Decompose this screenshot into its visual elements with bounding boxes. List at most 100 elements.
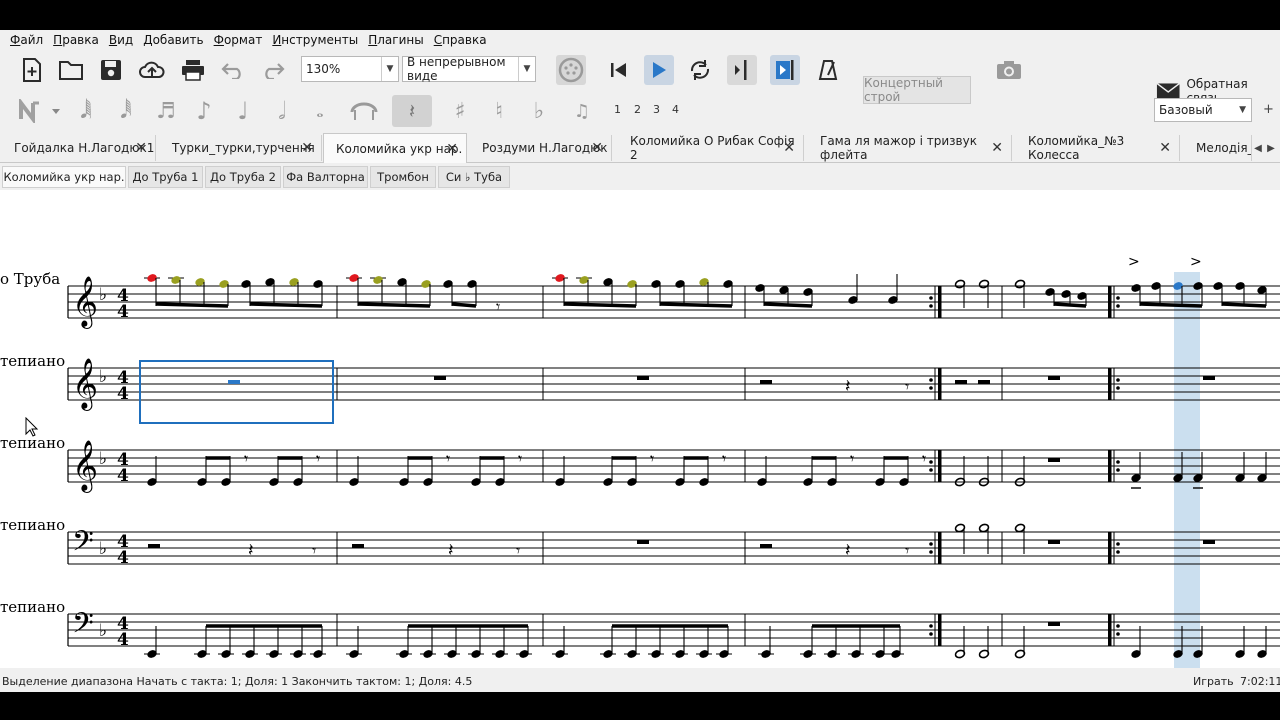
repeat-dot	[929, 550, 933, 554]
menu-item[interactable]: Вид	[109, 33, 133, 47]
loop-out-icon[interactable]	[770, 55, 800, 85]
tab-scroll-right-icon[interactable]: ▶	[1265, 137, 1277, 159]
rewind-icon[interactable]	[604, 55, 634, 85]
sixty-fourth-note-icon[interactable]: 𝅘𝅥𝅲	[72, 96, 100, 126]
repeat-dot	[1116, 632, 1120, 636]
flat-icon[interactable]: ♭	[525, 96, 553, 126]
redo-icon[interactable]	[258, 55, 288, 85]
part-tab[interactable]: До Труба 1	[128, 166, 203, 188]
undo-icon[interactable]	[218, 55, 248, 85]
score-tabs: Гойдалка Н.Лагодюк1 ✕ Турки_турки,турченн…	[0, 133, 1280, 163]
score-tab[interactable]: Коломийка_№3 Колесса ✕	[1016, 134, 1180, 162]
voice-1-button[interactable]: 1	[614, 103, 621, 116]
score-tab[interactable]: Гама ля мажор і тризвук флейта ✕	[808, 134, 1012, 162]
voice-3-button[interactable]: 3	[653, 103, 660, 116]
eighth-rest: 𝄾	[316, 449, 320, 468]
whole-note-icon[interactable]: 𝅝	[306, 96, 334, 126]
menu-item[interactable]: Файл	[10, 33, 43, 47]
close-icon[interactable]: ✕	[135, 140, 147, 156]
score-canvas[interactable]: 𝄞 ♭ 4 4 𝄞 ♭ 4 4 𝄞 ♭ 4 4 𝄢 ♭ 4 4 𝄢 ♭ 4 4 𝄾 > > 𝄽 𝄾 𝄾 𝄾 𝄾 𝄾 𝄾 𝄾 𝄾 𝄾 𝄽 𝄾 𝄽 𝄾 𝄽 𝄾 …	[0, 190, 1280, 668]
part-tab-score[interactable]: Коломийка укр нар.	[2, 166, 126, 188]
chevron-down-icon[interactable]: ▼	[1239, 105, 1246, 115]
view-mode-combo[interactable]: В непрерывном виде ▼	[402, 55, 536, 83]
print-icon[interactable]	[178, 55, 208, 85]
part-tab[interactable]: Тромбон	[370, 166, 436, 188]
workspace-combo[interactable]: Базовый ▼	[1154, 98, 1252, 122]
score-tab[interactable]: Коломийка О Рибак Софія 2 ✕	[618, 134, 804, 162]
time-signature-bottom: 4	[117, 302, 129, 322]
repeat-dot	[929, 542, 933, 546]
repeat-dot	[929, 624, 933, 628]
eighth-rest: 𝄾	[650, 449, 654, 468]
menu-item[interactable]: Правка	[53, 33, 99, 47]
loop-icon[interactable]	[685, 55, 715, 85]
musescore-window: Файл Правка Вид Добавить Формат Инструменты Пл…	[0, 30, 1280, 692]
chevron-down-icon[interactable]: ▼	[381, 57, 398, 81]
save-icon[interactable]	[96, 55, 126, 85]
add-workspace-button[interactable]: +	[1263, 102, 1274, 117]
menu-item[interactable]: Добавить	[143, 33, 203, 47]
score-tab[interactable]: Турки_турки,турчення ✕	[160, 135, 322, 161]
flip-direction-icon[interactable]: ♫	[566, 96, 598, 126]
close-icon[interactable]: ✕	[301, 140, 313, 156]
repeat-dot	[1116, 378, 1120, 382]
score-tab[interactable]: Гойдалка Н.Лагодюк1 ✕	[2, 135, 156, 161]
close-icon[interactable]: ✕	[1159, 140, 1171, 156]
chevron-down-icon[interactable]: ▼	[518, 57, 535, 81]
repeat-dot	[929, 386, 933, 390]
part-tab[interactable]: Фа Валторна	[283, 166, 368, 188]
score-svg[interactable]: 𝄞 ♭ 44𝄞 ♭ 44𝄞 ♭ 44𝄢 ♭ 44𝄢 ♭ 44𝄾> >𝄽 𝄾𝄾 𝄾 𝄾 𝄾 𝄾 𝄾 𝄾 𝄾𝄽 𝄾 𝄽 𝄾 𝄽 𝄾	[0, 190, 1280, 668]
note-input-mode-icon[interactable]	[18, 96, 62, 126]
quarter-note-icon[interactable]: ♩	[229, 96, 257, 126]
menu-bar: Файл Правка Вид Добавить Формат Инструменты Пл…	[0, 30, 1280, 50]
eighth-rest: 𝄾	[312, 541, 316, 560]
eighth-rest: 𝄾	[446, 449, 450, 468]
play-icon[interactable]	[644, 55, 674, 85]
close-icon[interactable]: ✕	[783, 140, 795, 156]
natural-icon[interactable]: ♮	[485, 96, 513, 126]
rest-icon[interactable]: 𝄽	[392, 95, 432, 127]
score-tab-active[interactable]: Коломийка укр нар. ✕	[323, 133, 467, 163]
mouse-cursor-icon	[25, 417, 39, 437]
close-icon[interactable]: ✕	[446, 141, 458, 157]
thirty-second-note-icon[interactable]: 𝅘𝅥𝅱	[112, 96, 140, 126]
close-icon[interactable]: ✕	[991, 140, 1003, 156]
sixteenth-note-icon[interactable]: ♬	[152, 96, 180, 126]
quarter-rest: 𝄽	[845, 376, 851, 397]
staff-label: о Труба	[0, 270, 61, 288]
cloud-upload-icon[interactable]	[137, 55, 167, 85]
new-file-icon[interactable]	[17, 55, 47, 85]
note-beam	[155, 302, 229, 308]
voice-4-button[interactable]: 4	[672, 103, 679, 116]
score-tab[interactable]: Мелодія_Б	[1184, 135, 1252, 161]
eighth-note-icon[interactable]: ♪	[190, 96, 218, 126]
menu-item[interactable]: Плагины	[368, 33, 423, 47]
menu-item[interactable]: Формат	[214, 33, 263, 47]
loop-in-icon[interactable]	[727, 55, 757, 85]
tab-scroll-left-icon[interactable]: ◀	[1252, 137, 1264, 159]
part-tab[interactable]: До Труба 2	[205, 166, 281, 188]
menu-item[interactable]: Справка	[434, 33, 487, 47]
open-folder-icon[interactable]	[56, 55, 86, 85]
tie-icon[interactable]	[344, 96, 384, 126]
sharp-icon[interactable]: ♯	[446, 96, 474, 126]
close-icon[interactable]: ✕	[591, 140, 603, 156]
note-beam	[1053, 302, 1087, 308]
midi-input-icon[interactable]	[556, 55, 586, 85]
score-tab[interactable]: Роздуми Н.Лагодюк ✕	[470, 135, 612, 161]
status-mode: Играть	[1193, 675, 1234, 688]
staff-label: тепиано	[0, 516, 66, 534]
staff-label: тепиано	[0, 352, 66, 370]
key-signature-flat: ♭	[99, 539, 107, 559]
key-signature-flat: ♭	[99, 621, 107, 641]
voice-2-button[interactable]: 2	[634, 103, 641, 116]
camera-icon[interactable]	[994, 55, 1024, 85]
half-note-icon[interactable]: 𝅗𝅥	[268, 96, 296, 126]
metronome-icon[interactable]	[813, 55, 843, 85]
menu-item[interactable]: Инструменты	[272, 33, 358, 47]
barline-thick	[1108, 532, 1112, 564]
zoom-combo[interactable]: 130% ▼	[301, 56, 399, 82]
half-rest	[760, 380, 772, 384]
part-tab[interactable]: Си ♭ Туба	[438, 166, 510, 188]
bass-clef: 𝄢	[72, 525, 94, 565]
